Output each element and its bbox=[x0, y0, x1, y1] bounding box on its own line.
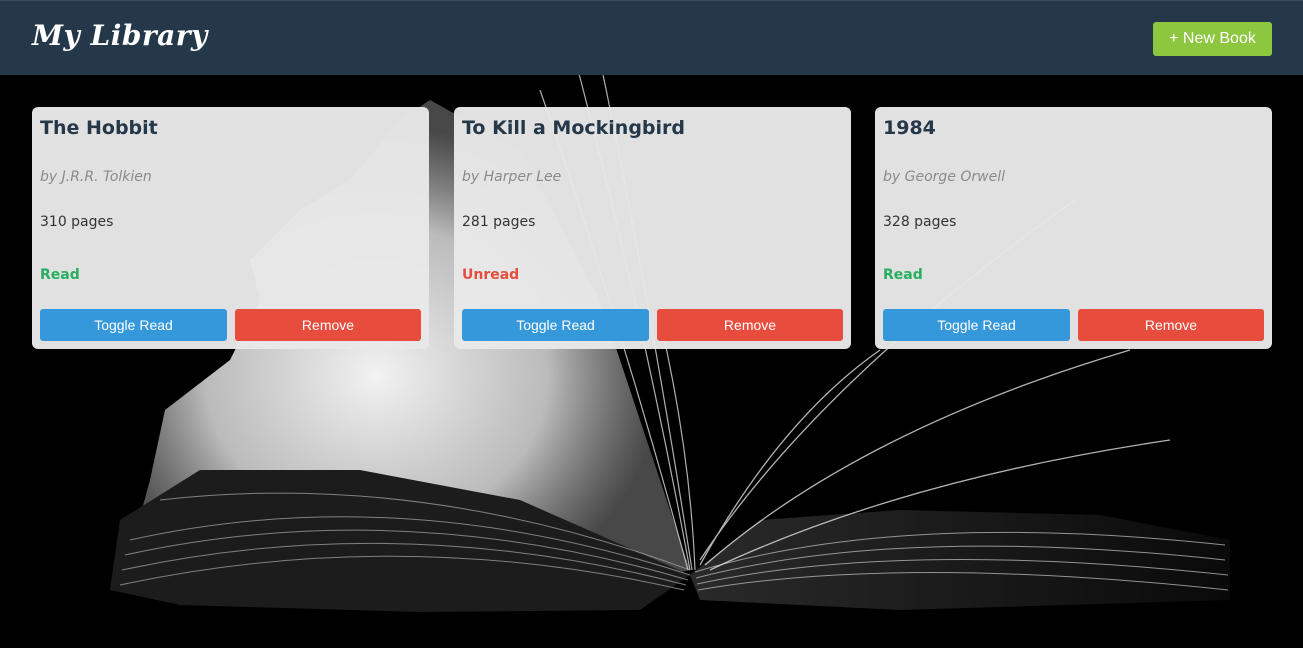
remove-book-button[interactable]: Remove bbox=[657, 309, 843, 341]
book-card: 1984 by George Orwell 328 pages Read Tog… bbox=[875, 107, 1272, 349]
remove-book-button[interactable]: Remove bbox=[1078, 309, 1264, 341]
book-author: by Harper Lee bbox=[462, 169, 562, 185]
book-author: by J.R.R. Tolkien bbox=[40, 169, 152, 185]
book-page-count: 310 pages bbox=[40, 214, 114, 230]
book-title: The Hobbit bbox=[40, 117, 158, 139]
read-status-label: Read bbox=[883, 267, 923, 283]
toggle-read-button[interactable]: Toggle Read bbox=[462, 309, 649, 341]
book-title: To Kill a Mockingbird bbox=[462, 117, 685, 139]
top-header-bar: My Library + New Book bbox=[0, 0, 1303, 75]
remove-book-button[interactable]: Remove bbox=[235, 309, 421, 341]
book-author: by George Orwell bbox=[883, 169, 1005, 185]
read-status-label: Unread bbox=[462, 267, 520, 283]
toggle-read-button[interactable]: Toggle Read bbox=[883, 309, 1070, 341]
book-title: 1984 bbox=[883, 117, 936, 139]
new-book-button[interactable]: + New Book bbox=[1153, 22, 1272, 56]
library-page: My Library + New Book The Hobbit by J.R.… bbox=[0, 0, 1303, 648]
book-page-count: 328 pages bbox=[883, 214, 957, 230]
toggle-read-button[interactable]: Toggle Read bbox=[40, 309, 227, 341]
app-title: My Library bbox=[32, 19, 208, 52]
book-card: The Hobbit by J.R.R. Tolkien 310 pages R… bbox=[32, 107, 429, 349]
book-page-count: 281 pages bbox=[462, 214, 536, 230]
book-card: To Kill a Mockingbird by Harper Lee 281 … bbox=[454, 107, 851, 349]
read-status-label: Read bbox=[40, 267, 80, 283]
